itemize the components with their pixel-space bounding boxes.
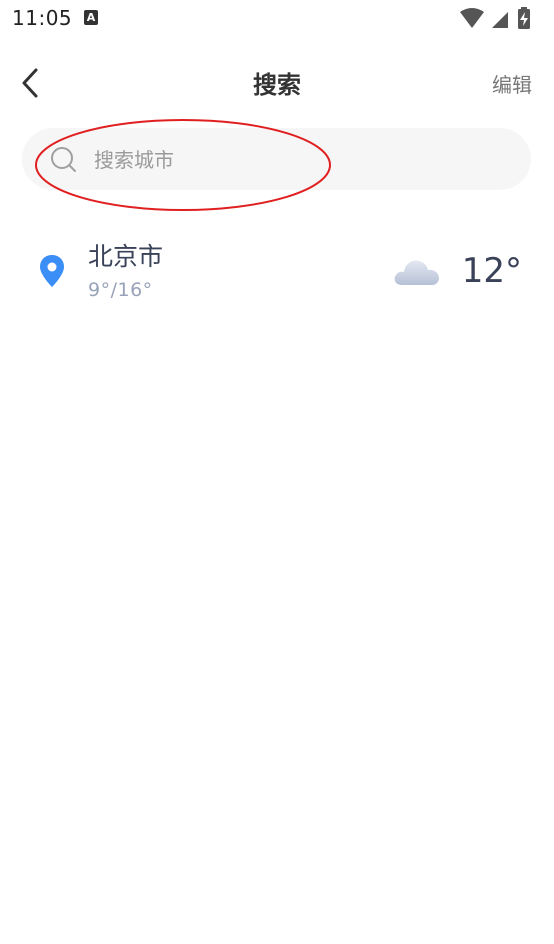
notification-a-letter: A bbox=[86, 11, 96, 24]
status-icons bbox=[460, 7, 530, 29]
wifi-icon bbox=[460, 8, 484, 28]
search-icon bbox=[51, 147, 76, 172]
notification-a-icon: A bbox=[84, 10, 98, 25]
search-bar[interactable] bbox=[22, 128, 531, 192]
city-temperature: 12° bbox=[461, 251, 522, 291]
battery-charging-icon bbox=[518, 7, 530, 29]
city-temp-range: 9°/16° bbox=[88, 279, 153, 301]
cloud-icon bbox=[394, 260, 439, 285]
city-name: 北京市 bbox=[88, 242, 164, 271]
header: 搜索 编辑 bbox=[0, 55, 554, 111]
status-time: 11:05 bbox=[12, 6, 73, 30]
search-input[interactable] bbox=[92, 128, 516, 192]
edit-button[interactable]: 编辑 bbox=[492, 69, 532, 98]
signal-icon bbox=[492, 12, 508, 28]
status-bar: 11:05 A bbox=[0, 0, 554, 40]
location-pin-icon bbox=[40, 255, 64, 287]
page-title: 搜索 bbox=[253, 71, 301, 99]
city-row[interactable]: 北京市 9°/16° 12° bbox=[0, 225, 554, 315]
